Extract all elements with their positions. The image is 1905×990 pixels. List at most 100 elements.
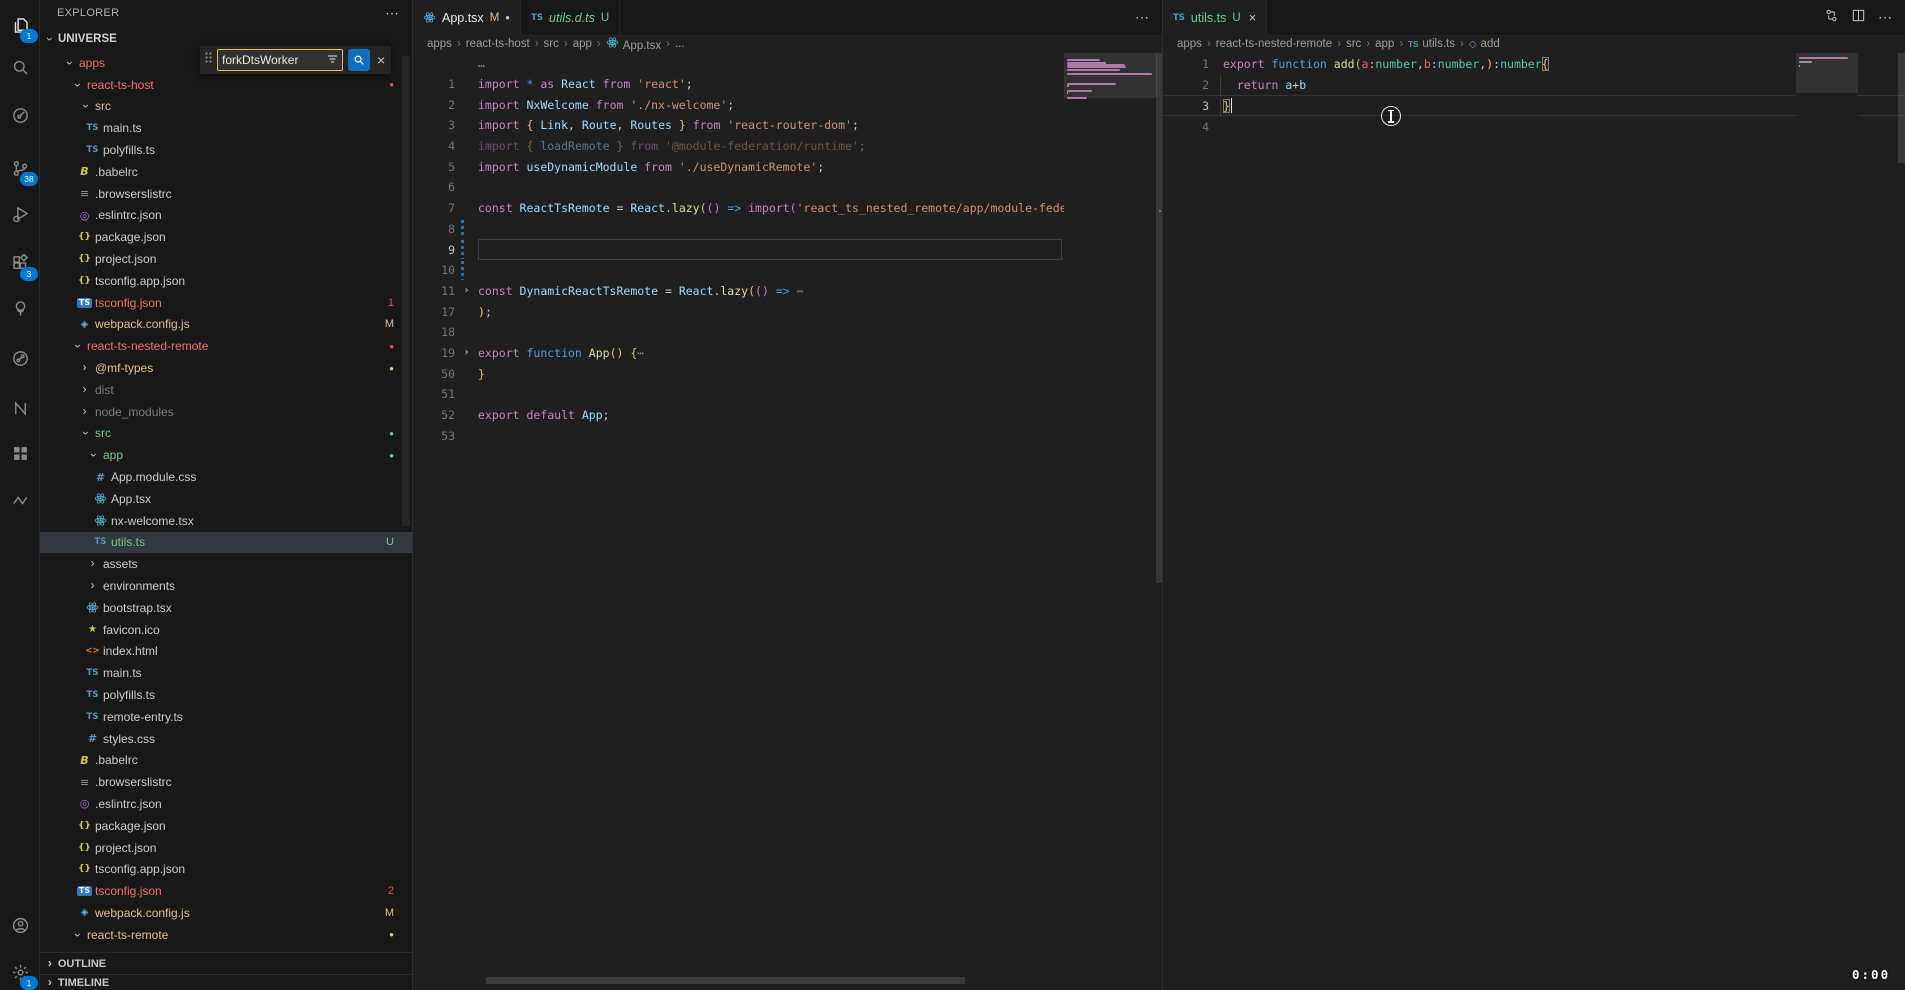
tree-item-dist[interactable]: ›dist	[40, 379, 412, 401]
find-close-icon[interactable]: ×	[377, 52, 385, 68]
editor-more-actions-icon[interactable]: ⋯	[1135, 9, 1150, 26]
tree-item-nx-welcome.tsx[interactable]: nx-welcome.tsx	[40, 510, 412, 532]
code-line-5[interactable]: 5import useDynamicModule from './useDyna…	[413, 156, 1162, 177]
outline-section-header[interactable]: › OUTLINE	[40, 952, 412, 975]
tree-item-main.ts[interactable]: TSmain.ts	[40, 662, 412, 684]
find-input[interactable]: forkDtsWorker	[217, 49, 343, 71]
tree-item-app[interactable]: ›app●	[40, 444, 412, 466]
tab-utils.d.ts[interactable]: TSutils.d.tsU	[521, 0, 620, 35]
drag-grip-icon[interactable]	[204, 51, 213, 69]
code-line-8[interactable]: 8	[413, 219, 1162, 240]
tree-item-webpack.config.js[interactable]: ◈webpack.config.jsM	[40, 902, 412, 924]
breadcrumb-item-react-ts-nested-remote[interactable]: react-ts-nested-remote	[1216, 38, 1332, 50]
tree-item-.browserslistrc[interactable]: ≡.browserslistrc	[40, 183, 412, 205]
tree-item-tsconfig.json[interactable]: TStsconfig.json1	[40, 292, 412, 314]
breadcrumb-item-src[interactable]: src	[544, 38, 559, 50]
run-debug-icon[interactable]	[3, 196, 37, 230]
filter-on-type-button[interactable]	[348, 49, 370, 71]
breadcrumb-item-react-ts-host[interactable]: react-ts-host	[466, 38, 530, 50]
account-icon[interactable]	[3, 908, 37, 942]
sidebar-scrollbar[interactable]	[402, 56, 410, 526]
search-icon[interactable]	[3, 50, 37, 84]
breadcrumb-item-app[interactable]: app	[573, 38, 592, 50]
inspect-icon[interactable]	[3, 98, 37, 132]
git-graph-icon[interactable]	[3, 341, 37, 375]
code-line-18[interactable]: 18	[413, 322, 1162, 343]
tree-item-App.module.css[interactable]: #App.module.css	[40, 466, 412, 488]
extensions-icon[interactable]: 3	[3, 246, 37, 280]
code-line-hint[interactable]: …	[413, 53, 1162, 74]
grid-icon[interactable]	[3, 436, 37, 470]
tree-item-.browserslistrc[interactable]: ≡.browserslistrc	[40, 771, 412, 793]
test-tree-icon[interactable]	[3, 291, 37, 325]
tab-App.tsx[interactable]: App.tsxM●	[413, 0, 521, 36]
code-line-19[interactable]: 19›export function App() {⋯	[413, 343, 1162, 364]
code-line-11[interactable]: 11›const DynamicReactTsRemote = React.la…	[413, 281, 1162, 302]
tree-item-styles.css[interactable]: #styles.css	[40, 728, 412, 750]
code-line-3[interactable]: 3}	[1163, 95, 1905, 116]
tree-item-polyfills.ts[interactable]: TSpolyfills.ts	[40, 139, 412, 161]
tree-item-polyfills.ts[interactable]: TSpolyfills.ts	[40, 684, 412, 706]
code-line-9[interactable]: 9	[413, 239, 1162, 260]
breadcrumb-item-apps[interactable]: apps	[427, 38, 452, 50]
explorer-icon[interactable]: 1	[3, 8, 37, 42]
settings-gear-icon[interactable]: 1	[3, 955, 37, 989]
breadcrumb-item-utils.ts[interactable]: TSutils.ts	[1408, 38, 1455, 50]
tree-item-react-ts-host[interactable]: ›react-ts-host●	[40, 74, 412, 96]
tree-item-react-ts-remote[interactable]: ›react-ts-remote●	[40, 924, 412, 946]
breadcrumb-item-...[interactable]: ...	[675, 38, 685, 50]
breadcrumb-item-App.tsx[interactable]: App.tsx	[606, 36, 661, 52]
tree-item-.babelrc[interactable]: B.babelrc	[40, 750, 412, 772]
tree-item-package.json[interactable]: {}package.json	[40, 226, 412, 248]
minimap[interactable]	[1064, 53, 1157, 990]
tree-item-src[interactable]: ›src	[40, 96, 412, 118]
tree-item-utils.ts[interactable]: TSutils.tsU	[40, 532, 412, 554]
vertical-scrollbar[interactable]	[1156, 53, 1162, 583]
tree-item-project.json[interactable]: {}project.json	[40, 837, 412, 859]
source-control-icon[interactable]: 38	[3, 151, 37, 185]
code-line-2[interactable]: 2 return a+b	[1163, 74, 1905, 95]
tree-item-bootstrap.tsx[interactable]: bootstrap.tsx	[40, 597, 412, 619]
tree-item-main.ts[interactable]: TSmain.ts	[40, 117, 412, 139]
tree-item-src[interactable]: ›src●	[40, 423, 412, 445]
tree-item-index.html[interactable]: <>index.html	[40, 641, 412, 663]
tree-item-favicon.ico[interactable]: ★favicon.ico	[40, 619, 412, 641]
code-line-52[interactable]: 52export default App;	[413, 405, 1162, 426]
tree-item-tsconfig.app.json[interactable]: {}tsconfig.app.json	[40, 858, 412, 880]
fold-chevron-icon[interactable]: ›	[455, 285, 478, 296]
tree-item-node_modules[interactable]: ›node_modules	[40, 401, 412, 423]
explorer-more-actions-icon[interactable]: ⋯	[385, 5, 400, 22]
code-line-6[interactable]: 6	[413, 177, 1162, 198]
tree-item-webpack.config.js[interactable]: ◈webpack.config.jsM	[40, 314, 412, 336]
tree-item-remote-entry.ts[interactable]: TSremote-entry.ts	[40, 706, 412, 728]
horizontal-scrollbar[interactable]	[486, 977, 965, 984]
code-line-4[interactable]: 4import { loadRemote } from '@module-fed…	[413, 136, 1162, 157]
tree-item-tsconfig.app.json[interactable]: {}tsconfig.app.json	[40, 270, 412, 292]
code-line-10[interactable]: 10	[413, 260, 1162, 281]
tree-item-App.tsx[interactable]: App.tsx	[40, 488, 412, 510]
timeline-section-header[interactable]: › TIMELINE	[40, 974, 412, 990]
breadcrumb-item-add[interactable]: ◇add	[1469, 38, 1500, 50]
code-line-17[interactable]: 17);	[413, 301, 1162, 322]
code-line-7[interactable]: 7const ReactTsRemote = React.lazy(() => …	[413, 198, 1162, 219]
breadcrumb-item-app[interactable]: app	[1375, 38, 1394, 50]
minimap[interactable]	[1796, 53, 1858, 990]
nx-console-icon[interactable]	[3, 391, 37, 425]
tree-item-react-ts-nested-remote[interactable]: ›react-ts-nested-remote●	[40, 335, 412, 357]
fold-chevron-icon[interactable]: ›	[455, 347, 478, 358]
close-icon[interactable]: ×	[1249, 10, 1257, 25]
more-actions-icon[interactable]: ⋯	[1878, 9, 1893, 27]
code-line-2[interactable]: 2import NxWelcome from './nx-welcome';	[413, 94, 1162, 115]
code-editor-app-tsx[interactable]: …1import * as React from 'react';2import…	[413, 53, 1162, 990]
code-editor-utils-ts[interactable]: 1export function add(a:number,b:number,)…	[1163, 53, 1905, 990]
waves-icon[interactable]	[3, 483, 37, 517]
code-line-53[interactable]: 53	[413, 425, 1162, 446]
vertical-scrollbar[interactable]	[1898, 53, 1905, 163]
code-line-51[interactable]: 51	[413, 384, 1162, 405]
code-line-1[interactable]: 1export function add(a:number,b:number,)…	[1163, 53, 1905, 74]
tree-item-.babelrc[interactable]: B.babelrc	[40, 161, 412, 183]
tree-item-.eslintrc.json[interactable]: ◎.eslintrc.json	[40, 205, 412, 227]
tree-item-environments[interactable]: ›environments	[40, 575, 412, 597]
tab-utils.ts[interactable]: TSutils.tsU×	[1163, 0, 1267, 36]
tree-item-package.json[interactable]: {}package.json	[40, 815, 412, 837]
